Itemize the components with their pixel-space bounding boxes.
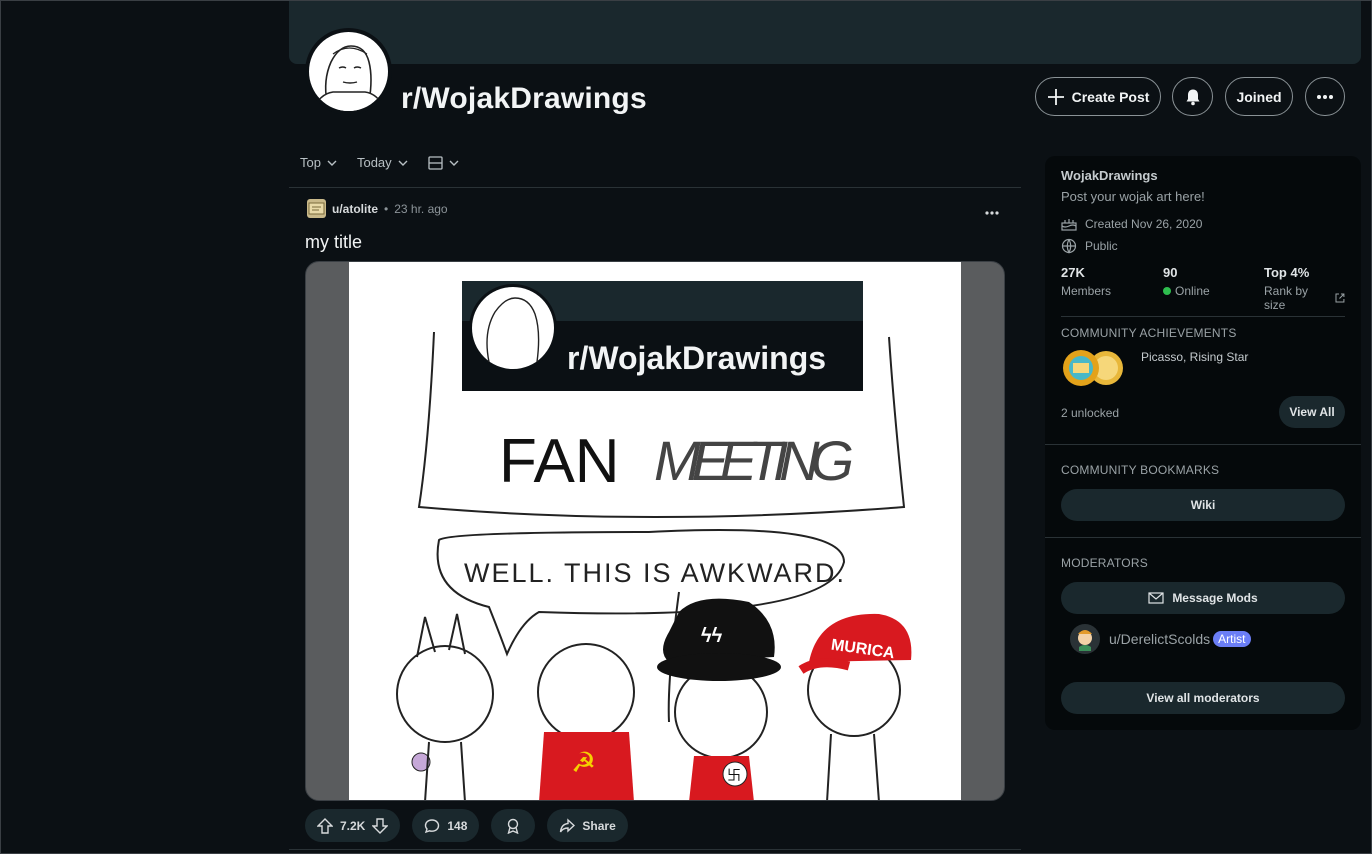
create-post-label: Create Post — [1071, 88, 1150, 105]
stat-rank[interactable]: Top 4% Rank by size — [1264, 265, 1345, 312]
subreddit-banner — [289, 1, 1361, 64]
online-dot-icon — [1163, 287, 1171, 295]
downvote-icon[interactable] — [372, 817, 389, 834]
time-dropdown[interactable]: Today — [357, 155, 408, 170]
post-bottom-divider — [289, 849, 1021, 850]
comment-count: 148 — [447, 818, 468, 833]
svg-text:☭: ☭ — [571, 747, 596, 778]
notifications-button[interactable] — [1172, 77, 1213, 116]
post-actions: 7.2K 148 Share — [305, 809, 628, 842]
bell-icon — [1186, 89, 1199, 105]
ellipsis-icon — [985, 211, 999, 215]
subreddit-title: r/WojakDrawings — [401, 82, 647, 115]
view-all-achievements-button[interactable]: View All — [1279, 396, 1345, 428]
joined-button[interactable]: Joined — [1225, 77, 1293, 116]
chevron-down-icon — [398, 160, 408, 166]
chevron-down-icon — [449, 160, 459, 166]
subreddit-avatar[interactable] — [305, 28, 392, 115]
bookmarks-heading: COMMUNITY BOOKMARKS — [1061, 463, 1220, 477]
rank-label: Rank by size — [1264, 284, 1309, 312]
message-mods-button[interactable]: Message Mods — [1061, 582, 1345, 614]
sidebar-description: Post your wojak art here! — [1061, 189, 1205, 204]
view-all-label: View All — [1289, 405, 1335, 419]
sidebar-title: WojakDrawings — [1061, 168, 1158, 183]
wiki-button[interactable]: Wiki — [1061, 489, 1345, 521]
achievements-heading: COMMUNITY ACHIEVEMENTS — [1061, 326, 1237, 340]
wojak-avatar-icon — [312, 45, 386, 111]
comments-button[interactable]: 148 — [412, 809, 480, 842]
user-avatar[interactable] — [307, 199, 326, 218]
sidebar-divider — [1045, 444, 1361, 445]
create-post-button[interactable]: Create Post — [1035, 77, 1161, 116]
wiki-label: Wiki — [1190, 498, 1216, 512]
sidebar-divider — [1045, 537, 1361, 538]
plus-icon — [1047, 88, 1064, 105]
vote-count: 7.2K — [340, 818, 366, 833]
ellipsis-icon — [1317, 94, 1333, 99]
sort-label: Top — [300, 155, 321, 170]
achievement-names: Picasso, Rising Star — [1141, 350, 1249, 364]
joined-label: Joined — [1236, 88, 1282, 105]
share-label: Share — [582, 818, 616, 833]
moderator-avatar-icon — [1070, 624, 1100, 654]
online-label: Online — [1175, 284, 1210, 298]
mail-icon — [1148, 592, 1164, 604]
share-button[interactable]: Share — [547, 809, 628, 842]
comic-drawing: r/WojakDrawings FAN MEETING WELL. THIS I… — [349, 262, 961, 800]
rank-value: Top 4% — [1264, 265, 1310, 280]
meta-separator: • — [384, 201, 389, 216]
cake-icon — [1061, 219, 1077, 231]
post-title[interactable]: my title — [305, 232, 362, 253]
moderator-row[interactable]: u/DerelictScolds Artist — [1069, 623, 1345, 655]
sort-bar: Top Today — [300, 155, 459, 170]
share-icon — [560, 817, 576, 833]
moderator-flair: Artist — [1213, 631, 1251, 647]
more-options-button[interactable] — [1305, 77, 1345, 116]
moderators-heading: MODERATORS — [1061, 556, 1148, 570]
view-dropdown[interactable] — [428, 155, 459, 170]
created-date: Created Nov 26, 2020 — [1085, 216, 1203, 231]
moderator-name: u/DerelictScolds — [1109, 631, 1211, 647]
user-avatar-icon — [308, 202, 325, 215]
post-meta: u/atolite • 23 hr. ago — [307, 199, 448, 218]
visibility-row: Public — [1061, 238, 1345, 254]
post-image: r/WojakDrawings FAN MEETING WELL. THIS I… — [349, 262, 961, 800]
view-all-moderators-button[interactable]: View all moderators — [1061, 682, 1345, 714]
award-icon — [507, 818, 519, 834]
created-row: Created Nov 26, 2020 — [1061, 216, 1345, 231]
svg-text:ϟϟ: ϟϟ — [701, 625, 723, 647]
vote-control: 7.2K — [305, 809, 401, 842]
achievement-badges-icon — [1063, 350, 1123, 386]
sort-dropdown[interactable]: Top — [300, 155, 337, 170]
image-meeting-text: MEETING — [654, 429, 854, 492]
comment-icon — [425, 818, 440, 833]
post-author[interactable]: u/atolite — [332, 202, 378, 216]
upvote-icon[interactable] — [317, 817, 333, 834]
chevron-down-icon — [327, 160, 337, 166]
feed-divider — [289, 187, 1021, 188]
view-all-moderators-label: View all moderators — [1146, 691, 1260, 705]
community-sidebar: WojakDrawings Post your wojak art here! … — [1045, 156, 1361, 730]
image-sub-name: r/WojakDrawings — [567, 340, 826, 376]
image-bubble-text: WELL. THIS IS AWKWARD. — [464, 558, 846, 588]
award-button[interactable] — [491, 809, 536, 842]
image-fan-text: FAN — [499, 427, 620, 496]
svg-text:卐: 卐 — [727, 767, 741, 783]
post-more-button[interactable] — [985, 199, 999, 220]
time-label: Today — [356, 155, 392, 170]
post-time: 23 hr. ago — [394, 201, 448, 216]
globe-icon — [1061, 238, 1077, 254]
post-image-container[interactable]: r/WojakDrawings FAN MEETING WELL. THIS I… — [305, 261, 1005, 801]
sidebar-divider — [1061, 316, 1345, 317]
visibility-label: Public — [1085, 239, 1118, 253]
external-link-icon — [1335, 293, 1345, 303]
message-mods-label: Message Mods — [1172, 591, 1258, 605]
card-view-icon — [428, 155, 443, 170]
